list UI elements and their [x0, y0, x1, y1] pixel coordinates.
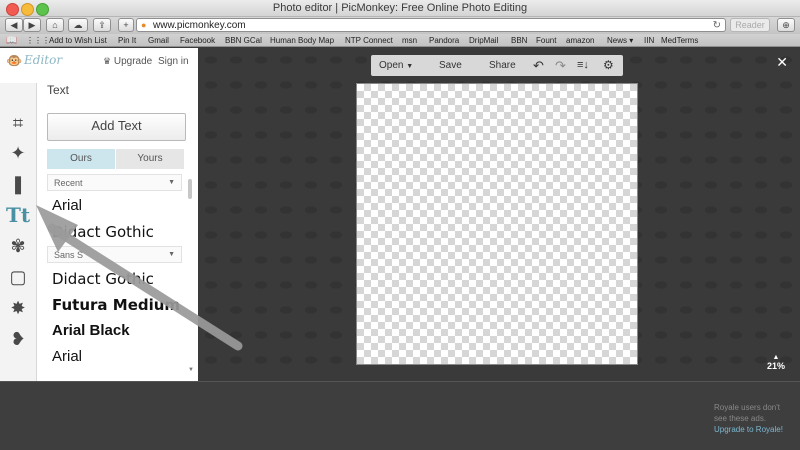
- bookmark-item[interactable]: IIN: [644, 34, 654, 47]
- recent-dropdown[interactable]: Recent ▼: [47, 174, 182, 191]
- add-text-button[interactable]: Add Text: [47, 113, 186, 141]
- upgrade-label: Upgrade: [113, 56, 153, 67]
- upgrade-link[interactable]: ♛ Upgrade: [103, 56, 152, 67]
- heart-icon[interactable]: ❥: [5, 326, 31, 352]
- bookmarks-bar: 📖 ⋮⋮⋮ Add to Wish List Pin It Gmail Face…: [0, 34, 800, 47]
- chevron-down-icon: ▼: [406, 63, 414, 70]
- sign-in-link[interactable]: Sign in: [158, 56, 189, 67]
- ad-note: Royale users don't see these ads. Upgrad…: [714, 402, 794, 435]
- layers-icon[interactable]: ≡↓: [577, 55, 589, 76]
- frame-icon[interactable]: ▢: [5, 264, 31, 290]
- font-item[interactable]: Arial: [52, 348, 82, 365]
- new-tab-button[interactable]: +: [118, 18, 134, 32]
- bookmark-item[interactable]: News ▾: [607, 34, 633, 47]
- tab-ours[interactable]: Ours: [47, 149, 115, 169]
- crop-icon[interactable]: ⌗: [5, 110, 31, 136]
- redo-icon[interactable]: ↷: [555, 55, 566, 76]
- open-label: Open: [379, 60, 404, 71]
- share-button[interactable]: Share: [489, 55, 516, 76]
- reader-button[interactable]: Reader: [730, 18, 770, 32]
- share-icon[interactable]: ⇪: [93, 18, 111, 32]
- bookmark-item[interactable]: NTP Connect: [345, 34, 393, 47]
- window-title: Photo editor | PicMonkey: Free Online Ph…: [272, 2, 528, 14]
- tools-rail: ⌗ ✦ ❚ Tt ✾ ▢ ✸ ❥: [0, 83, 37, 381]
- editor-logo: Editor: [24, 53, 63, 67]
- downloads-button[interactable]: ⊕: [777, 18, 795, 32]
- font-item[interactable]: Futura Medium: [52, 296, 180, 314]
- open-menu[interactable]: Open ▼: [379, 55, 413, 77]
- tab-yours[interactable]: Yours: [116, 149, 184, 169]
- cloud-icon[interactable]: ☁: [68, 18, 88, 32]
- zoom-level: 21%: [766, 361, 785, 371]
- monkey-logo-icon: 🐵: [6, 53, 23, 68]
- reload-icon[interactable]: ↻: [713, 19, 721, 32]
- upgrade-royale-link[interactable]: Upgrade to Royale!: [714, 424, 794, 435]
- bookmark-item[interactable]: BBN GCal: [225, 34, 262, 47]
- bookmark-item[interactable]: MedTerms: [661, 34, 698, 47]
- crown-icon: ♛: [103, 56, 112, 66]
- sans-dropdown-label: Sans S: [54, 250, 84, 260]
- top-menu-strip: Open ▼ Save Share ↶ ↷ ≡↓ ⚙: [371, 55, 623, 76]
- bookmark-item[interactable]: Human Body Map: [270, 34, 334, 47]
- top-sites-icon[interactable]: ⋮⋮⋮: [26, 34, 50, 47]
- bookmark-item[interactable]: Pandora: [429, 34, 459, 47]
- magic-wand-icon[interactable]: ✦: [5, 140, 31, 166]
- font-item[interactable]: Didact Gothic: [52, 223, 154, 241]
- undo-icon[interactable]: ↶: [533, 55, 544, 76]
- editor-sidebar: 🐵 Editor ♛ Upgrade Sign in ⌗ ✦ ❚ Tt ✾ ▢ …: [0, 48, 198, 381]
- site-favicon-icon: ●: [141, 20, 147, 30]
- ad-note-text: Royale users don't see these ads.: [714, 403, 781, 423]
- butterfly-icon[interactable]: ✾: [5, 233, 31, 259]
- texture-icon[interactable]: ✸: [5, 295, 31, 321]
- home-button[interactable]: ⌂: [46, 18, 64, 32]
- bookmark-item[interactable]: Gmail: [148, 34, 169, 47]
- bookmarks-book-icon[interactable]: 📖: [6, 34, 17, 47]
- sans-serif-dropdown[interactable]: Sans S ▼: [47, 246, 182, 263]
- chevron-up-icon: ▲: [772, 354, 780, 361]
- font-list-scrollbar[interactable]: [188, 179, 192, 199]
- save-button[interactable]: Save: [439, 55, 462, 76]
- window-titlebar: Photo editor | PicMonkey: Free Online Ph…: [0, 0, 800, 17]
- gear-icon[interactable]: ⚙: [603, 55, 614, 76]
- bookmark-item[interactable]: DripMail: [469, 34, 498, 47]
- back-button[interactable]: ◀: [5, 18, 23, 32]
- bookmark-item[interactable]: BBN: [511, 34, 527, 47]
- font-item[interactable]: Arial Black: [52, 322, 130, 339]
- font-item[interactable]: Arial: [52, 197, 82, 214]
- address-bar[interactable]: ● www.picmonkey.com ↻: [136, 18, 726, 32]
- bookmark-item[interactable]: Fount: [536, 34, 556, 47]
- bookmark-item[interactable]: msn: [402, 34, 417, 47]
- url-text: www.picmonkey.com: [153, 20, 246, 31]
- panel-title: Text: [47, 83, 70, 97]
- bookmark-item[interactable]: Add to Wish List: [49, 34, 107, 47]
- recent-dropdown-label: Recent: [54, 178, 83, 188]
- close-icon[interactable]: ✕: [776, 54, 788, 71]
- ad-area: Royale users don't see these ads. Upgrad…: [0, 381, 800, 450]
- forward-button[interactable]: ▶: [23, 18, 41, 32]
- font-item[interactable]: Didact Gothic: [52, 270, 154, 288]
- zoom-control[interactable]: ▲ 21%: [767, 354, 785, 371]
- bookmark-item[interactable]: amazon: [566, 34, 594, 47]
- browser-toolbar: ◀ ▶ ⌂ ☁ ⇪ + ● www.picmonkey.com ↻ Reader…: [0, 17, 800, 34]
- lipstick-icon[interactable]: ❚: [5, 171, 31, 197]
- bookmark-item[interactable]: Pin It: [118, 34, 136, 47]
- text-panel: Text Add Text Ours Yours Recent ▼ Arial …: [37, 83, 198, 381]
- photo-canvas[interactable]: [356, 83, 638, 365]
- scroll-down-icon[interactable]: ▼: [188, 367, 194, 373]
- chevron-down-icon: ▼: [168, 179, 175, 186]
- text-icon[interactable]: Tt: [5, 202, 31, 228]
- canvas-area: Open ▼ Save Share ↶ ↷ ≡↓ ⚙ ✕ ▲ 21%: [199, 48, 800, 381]
- chevron-down-icon: ▼: [168, 251, 175, 258]
- bookmark-item[interactable]: Facebook: [180, 34, 215, 47]
